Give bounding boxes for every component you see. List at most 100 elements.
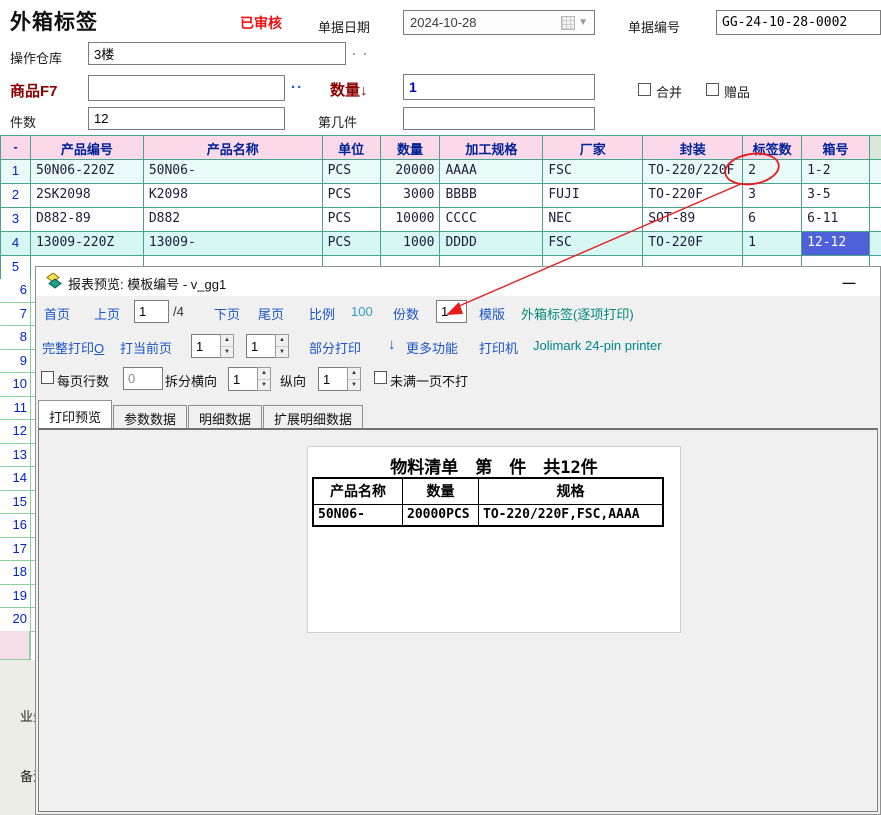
template-value[interactable]: 外箱标签(逐项打印) (521, 304, 634, 323)
tab-print-preview[interactable]: 打印预览 (38, 400, 112, 428)
count-input[interactable] (88, 107, 285, 130)
table-row[interactable]: 3 D882-89 D882 PCS 10000 CCCC NEC SOT-89… (1, 208, 881, 232)
printer-label: 打印机 (479, 338, 518, 357)
to-page-spinner[interactable]: ▲▼ (246, 334, 289, 358)
warehouse-input[interactable] (88, 42, 346, 65)
full-print-button[interactable]: 完整打印O (42, 338, 104, 357)
cell-package[interactable]: TO-220F (643, 232, 743, 255)
cell-spec[interactable]: BBBB (440, 184, 543, 207)
split-horizontal-input[interactable] (228, 367, 257, 391)
prev-page-button[interactable]: 上页 (94, 304, 120, 323)
cell-unit[interactable]: PCS (323, 184, 381, 207)
spin-down-icon[interactable]: ▼ (276, 347, 288, 358)
cell-spec[interactable]: CCCC (440, 208, 543, 231)
spin-down-icon[interactable]: ▼ (221, 347, 233, 358)
spin-up-icon[interactable]: ▲ (348, 368, 360, 380)
grid-header-box-no: 箱号 (802, 136, 870, 159)
more-functions-button[interactable]: 更多功能 (406, 338, 458, 357)
cell-label-count[interactable]: 1 (743, 232, 802, 255)
cell-box-no-selected[interactable]: 12-12 (802, 232, 870, 255)
doc-date-field[interactable]: 2024-10-28 ▼ (403, 10, 595, 35)
dialog-titlebar[interactable]: 报表预览: 模板编号 - v_gg1 — (36, 267, 880, 296)
cell-maker[interactable]: NEC (543, 208, 643, 231)
dropdown-arrow-icon[interactable]: ▼ (578, 17, 588, 28)
cell-product-code[interactable]: 2SK2098 (31, 184, 144, 207)
cell-box-no[interactable]: 6-11 (802, 208, 870, 231)
from-page-input[interactable] (191, 334, 220, 358)
product-lookup-dots[interactable]: .. (291, 75, 303, 92)
cell-product-code[interactable]: D882-89 (31, 208, 144, 231)
cell-product-name[interactable]: 13009- (144, 232, 323, 255)
cell-maker[interactable]: FUJI (543, 184, 643, 207)
split-vertical-spinner[interactable]: ▲▼ (318, 367, 361, 391)
cell-package[interactable]: TO-220F (643, 184, 743, 207)
cell-spec[interactable]: AAAA (440, 160, 543, 183)
spin-up-icon[interactable]: ▲ (258, 368, 270, 380)
row-number[interactable]: 3 (1, 208, 31, 231)
cell-unit[interactable]: PCS (323, 232, 381, 255)
minimize-button[interactable]: — (840, 275, 858, 291)
tab-detail-data[interactable]: 明细数据 (188, 405, 262, 428)
table-row[interactable]: 1 50N06-220Z 50N06- PCS 20000 AAAA FSC T… (1, 160, 881, 184)
no-partial-page-checkbox[interactable] (374, 371, 387, 384)
split-horizontal-spinner[interactable]: ▲▼ (228, 367, 271, 391)
table-row[interactable]: 2 2SK2098 K2098 PCS 3000 BBBB FUJI TO-22… (1, 184, 881, 208)
cell-label-count[interactable]: 3 (743, 184, 802, 207)
row-number[interactable]: 4 (1, 232, 31, 255)
preview-tabs: 打印预览 参数数据 明细数据 扩展明细数据 (38, 400, 364, 428)
product-input[interactable] (88, 75, 285, 101)
cell-product-name[interactable]: 50N06- (144, 160, 323, 183)
cell-product-name[interactable]: D882 (144, 208, 323, 231)
cell-label-count[interactable]: 6 (743, 208, 802, 231)
report-icon (46, 273, 62, 289)
scale-value[interactable]: 100 (351, 304, 373, 319)
to-page-input[interactable] (246, 334, 275, 358)
spin-up-icon[interactable]: ▲ (221, 335, 233, 347)
cell-unit[interactable]: PCS (323, 160, 381, 183)
page-number-input[interactable] (134, 300, 169, 323)
last-page-button[interactable]: 尾页 (258, 304, 284, 323)
cell-product-code[interactable]: 13009-220Z (31, 232, 144, 255)
cell-qty[interactable]: 1000 (381, 232, 441, 255)
row-number[interactable]: 1 (1, 160, 31, 183)
warehouse-lookup-dots[interactable]: . . (352, 43, 369, 58)
spin-up-icon[interactable]: ▲ (276, 335, 288, 347)
cell-package[interactable]: TO-220/220F (643, 160, 743, 183)
cell-label-count[interactable]: 2 (743, 160, 802, 183)
row-number[interactable]: 5 (1, 256, 31, 279)
cell-product-name[interactable]: K2098 (144, 184, 323, 207)
cell-maker[interactable]: FSC (543, 160, 643, 183)
spin-down-icon[interactable]: ▼ (258, 380, 270, 391)
next-page-button[interactable]: 下页 (214, 304, 240, 323)
cell-product-code[interactable]: 50N06-220Z (31, 160, 144, 183)
cell-qty[interactable]: 3000 (381, 184, 441, 207)
gift-checkbox[interactable] (706, 83, 719, 96)
copies-input[interactable] (436, 300, 467, 323)
cell-spec[interactable]: DDDD (440, 232, 543, 255)
cell-box-no[interactable]: 3-5 (802, 184, 870, 207)
cell-package[interactable]: SOT-89 (643, 208, 743, 231)
tab-extended-detail-data[interactable]: 扩展明细数据 (263, 405, 363, 428)
split-vertical-input[interactable] (318, 367, 347, 391)
table-row-selected[interactable]: 4 13009-220Z 13009- PCS 1000 DDDD FSC TO… (1, 232, 881, 256)
printer-value[interactable]: Jolimark 24-pin printer (533, 338, 662, 353)
row-number[interactable]: 2 (1, 184, 31, 207)
rows-per-page-input[interactable] (123, 367, 163, 390)
spin-down-icon[interactable]: ▼ (348, 380, 360, 391)
cell-qty[interactable]: 20000 (381, 160, 441, 183)
partial-print-button[interactable]: 部分打印 (309, 338, 361, 357)
cell-unit[interactable]: PCS (323, 208, 381, 231)
piece-input[interactable] (403, 107, 595, 130)
warehouse-label: 操作仓库 (10, 48, 62, 67)
print-current-page-button[interactable]: 打当前页 (120, 338, 172, 357)
merge-checkbox[interactable] (638, 83, 651, 96)
qty-input[interactable] (403, 74, 595, 100)
cell-maker[interactable]: FSC (543, 232, 643, 255)
from-page-spinner[interactable]: ▲▼ (191, 334, 234, 358)
rows-per-page-checkbox[interactable] (41, 371, 54, 384)
cell-box-no[interactable]: 1-2 (802, 160, 870, 183)
first-page-button[interactable]: 首页 (44, 304, 70, 323)
doc-no-input[interactable] (716, 10, 881, 35)
tab-parameter-data[interactable]: 参数数据 (113, 405, 187, 428)
cell-qty[interactable]: 10000 (381, 208, 441, 231)
